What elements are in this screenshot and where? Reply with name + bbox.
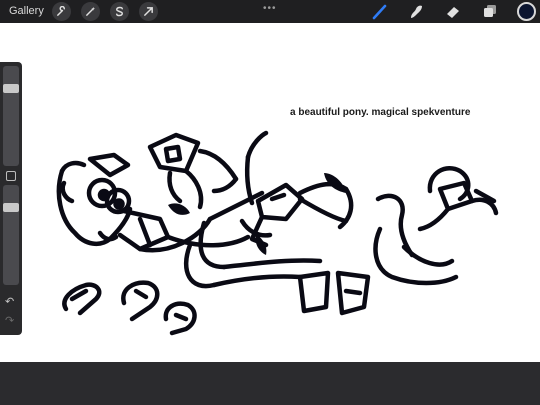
layers-icon[interactable]	[481, 3, 499, 20]
magic-wand-icon[interactable]	[81, 2, 100, 21]
more-options-dots[interactable]: •••	[263, 3, 277, 14]
opacity-slider[interactable]	[3, 185, 19, 285]
redo-icon[interactable]: ↷	[5, 314, 14, 327]
wrench-icon[interactable]	[52, 2, 71, 21]
transform-arrow-icon[interactable]	[139, 2, 158, 21]
selection-icon[interactable]	[110, 2, 129, 21]
left-sidebar: ↶ ↷	[0, 62, 22, 335]
canvas-caption-text: a beautiful pony. magical spekventure	[290, 107, 471, 118]
brush-icon[interactable]	[371, 3, 389, 20]
smudge-icon[interactable]	[407, 3, 425, 20]
brush-size-thumb[interactable]	[3, 84, 19, 93]
top-toolbar: Gallery •••	[0, 0, 540, 23]
drawing-canvas[interactable]: a beautiful pony. magical spekventure	[0, 23, 540, 362]
ink-drawing	[56, 130, 499, 336]
color-picker-swatch[interactable]	[517, 2, 536, 21]
modify-square-button[interactable]	[6, 171, 16, 181]
procreate-app: Gallery ••• a beautiful pony. magical sp…	[0, 0, 540, 405]
undo-icon[interactable]: ↶	[5, 295, 14, 308]
brush-size-slider[interactable]	[3, 66, 19, 166]
eraser-icon[interactable]	[444, 3, 462, 20]
bottom-dark-area	[0, 362, 540, 405]
gallery-button[interactable]: Gallery	[9, 5, 44, 17]
opacity-thumb[interactable]	[3, 203, 19, 212]
